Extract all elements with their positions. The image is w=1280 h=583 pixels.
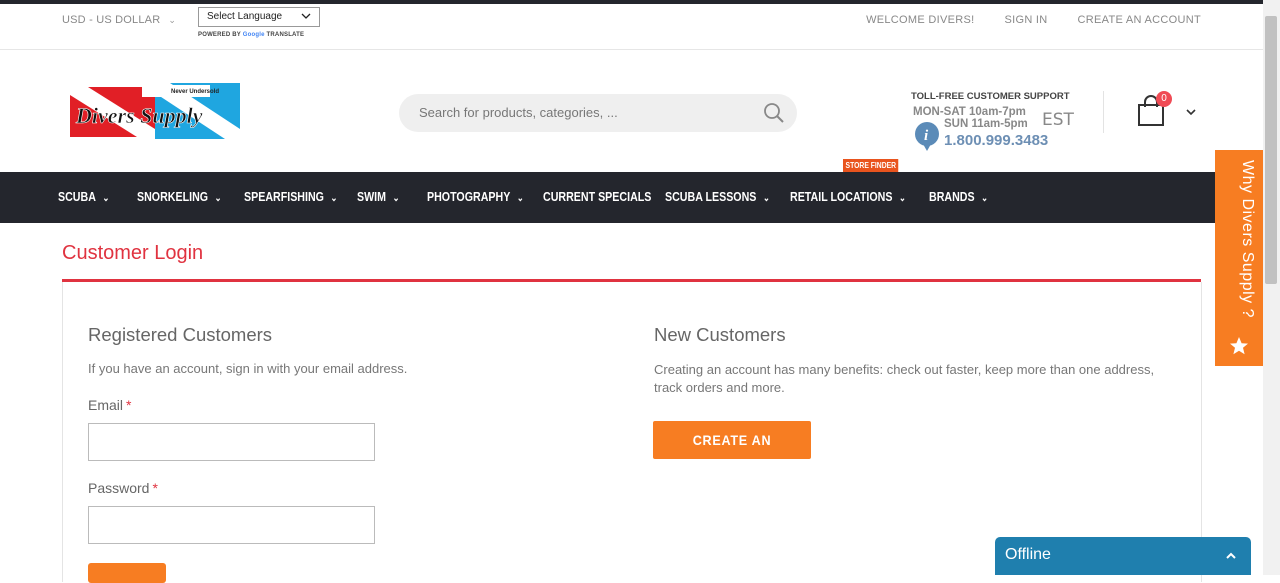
required-mark: * [152, 480, 158, 496]
nav-item-current-specials[interactable]: CURRENT SPECIALS [543, 189, 651, 204]
site-header: Never Undersold Divers Supply Search for… [0, 51, 1263, 172]
customer-support-block: TOLL-FREE CUSTOMER SUPPORT MON-SAT 10am-… [911, 91, 1074, 153]
chat-status: Offline [1005, 546, 1051, 563]
currency-label: USD - US DOLLAR [62, 14, 161, 26]
search-input[interactable]: Search for products, categories, ... [419, 105, 618, 120]
chevron-down-icon: ⌄ [330, 193, 338, 204]
welcome-text: WELCOME DIVERS! [866, 14, 975, 26]
chevron-up-icon[interactable] [1225, 551, 1237, 561]
logo-tagline: Never Undersold [171, 89, 219, 95]
top-utility-bar: USD - US DOLLAR ⌄ Select Language POWERED… [0, 4, 1263, 50]
nav-item-scuba[interactable]: SCUBA ⌄ [58, 189, 109, 204]
nav-label: RETAIL LOCATIONS [790, 189, 893, 204]
chevron-down-icon: ⌄ [214, 193, 222, 204]
main-navigation: SCUBA ⌄ SNORKELING ⌄ SPEARFISHING ⌄ SWIM ⌄ P… [0, 172, 1263, 223]
create-account-button[interactable]: CREATE AN ACCOUNT [653, 421, 811, 486]
password-label: Password * [88, 480, 158, 496]
support-title: TOLL-FREE CUSTOMER SUPPORT [911, 91, 1070, 102]
divers-supply-logo[interactable]: Never Undersold Divers Supply [70, 83, 240, 139]
registered-customers-heading: Registered Customers [88, 324, 273, 345]
nav-item-spearfishing[interactable]: SPEARFISHING ⌄ [244, 189, 337, 204]
powered-by-google-translate[interactable]: POWERED BY Google TRANSLATE [198, 32, 304, 38]
password-label-text: Password [88, 480, 150, 496]
chevron-down-icon: ⌄ [392, 193, 400, 204]
google-label: Google [242, 32, 265, 38]
nav-item-scuba-lessons[interactable]: SCUBA LESSONS ⌄ [665, 189, 770, 204]
powered-by-label: POWERED BY [198, 32, 241, 38]
cart-count-badge: 0 [1156, 91, 1172, 107]
chevron-down-icon [301, 13, 311, 19]
page-title: Customer Login [62, 242, 204, 264]
nav-label: SPEARFISHING [244, 189, 324, 204]
account-links: WELCOME DIVERS! SIGN IN CREATE AN ACCOUN… [866, 14, 1201, 26]
support-timezone: EST [1042, 110, 1074, 130]
nav-label: SWIM [357, 189, 387, 204]
nav-item-photography[interactable]: PHOTOGRAPHY ⌄ [427, 189, 524, 204]
nav-label: CURRENT SPECIALS [543, 189, 652, 204]
support-hours-weekday: MON-SAT 10am-7pm [913, 106, 1026, 118]
chevron-down-icon: ⌄ [899, 193, 906, 204]
email-label-text: Email [88, 397, 124, 413]
search-bar[interactable]: Search for products, categories, ... [399, 94, 797, 132]
support-hours-sunday: SUN 11am-5pm [944, 118, 1028, 130]
info-icon: i [915, 122, 939, 151]
language-select-label: Select Language [207, 11, 283, 22]
create-account-button-label: CREATE AN ACCOUNT [692, 432, 772, 486]
live-chat-widget[interactable]: Offline [995, 537, 1251, 575]
nav-item-snorkeling[interactable]: SNORKELING ⌄ [137, 189, 222, 204]
currency-switcher[interactable]: USD - US DOLLAR ⌄ [62, 14, 176, 26]
store-finder-badge[interactable]: STORE FINDER [843, 159, 899, 172]
support-phone[interactable]: 1.800.999.3483 [944, 132, 1048, 149]
nav-label: SNORKELING [137, 189, 209, 204]
translate-label: TRANSLATE [266, 32, 305, 38]
chevron-down-icon: ⌄ [168, 15, 177, 25]
chevron-down-icon: ⌄ [516, 193, 524, 204]
registered-customers-description: If you have an account, sign in with you… [88, 361, 408, 376]
why-divers-supply-label: Why Divers Supply ? [1239, 160, 1256, 318]
nav-item-retail-locations[interactable]: RETAIL LOCATIONS ⌄ [790, 189, 906, 204]
language-select[interactable]: Select Language [198, 7, 320, 27]
nav-item-brands[interactable]: BRANDS ⌄ [929, 189, 988, 204]
logo-wordmark: Divers Supply [75, 103, 203, 128]
scrollbar-thumb[interactable] [1265, 16, 1277, 284]
chevron-down-icon: ⌄ [102, 193, 110, 204]
search-icon[interactable] [763, 102, 785, 124]
sign-in-button[interactable] [88, 563, 166, 583]
new-customers-description: Creating an account has many benefits: c… [654, 362, 1155, 395]
create-account-link[interactable]: CREATE AN ACCOUNT [1078, 14, 1201, 26]
required-mark: * [126, 397, 132, 413]
header-divider [1103, 91, 1104, 133]
star-icon [1230, 337, 1248, 355]
chevron-down-icon[interactable] [1186, 107, 1196, 117]
nav-label: SCUBA [58, 189, 96, 204]
nav-item-swim[interactable]: SWIM ⌄ [357, 189, 399, 204]
nav-label: SCUBA LESSONS [665, 189, 757, 204]
new-customers-heading: New Customers [654, 324, 786, 345]
email-label: Email * [88, 397, 131, 413]
email-field[interactable] [88, 423, 375, 461]
password-field[interactable] [88, 506, 375, 544]
chevron-down-icon: ⌄ [762, 193, 770, 204]
nav-label: PHOTOGRAPHY [427, 189, 511, 204]
nav-label: BRANDS [929, 189, 975, 204]
sign-in-link[interactable]: SIGN IN [1004, 14, 1047, 26]
chevron-down-icon: ⌄ [981, 193, 989, 204]
